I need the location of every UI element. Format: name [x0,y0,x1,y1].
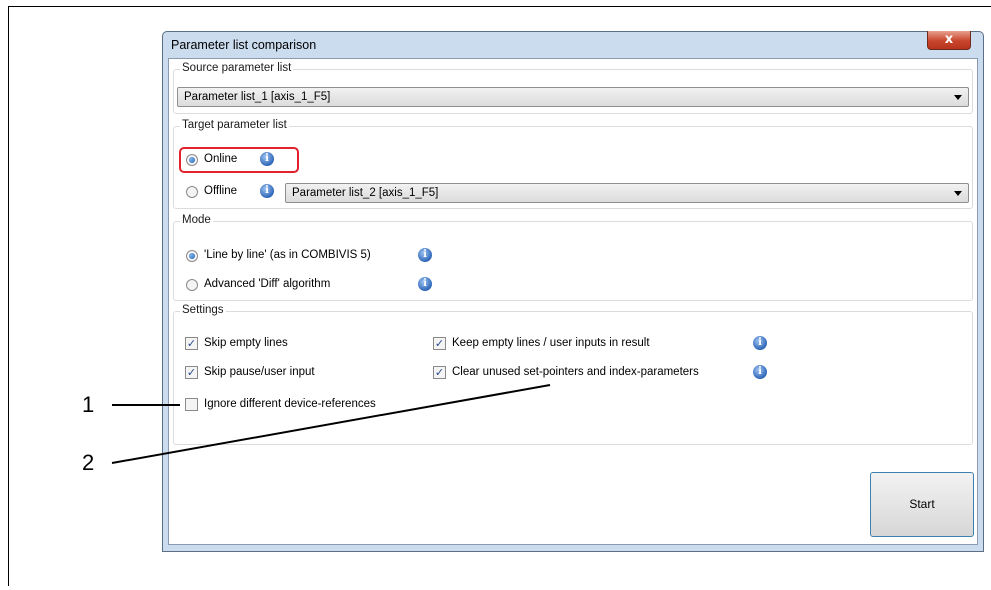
callout-2-line [111,384,551,464]
callout-leader-lines [111,384,551,464]
